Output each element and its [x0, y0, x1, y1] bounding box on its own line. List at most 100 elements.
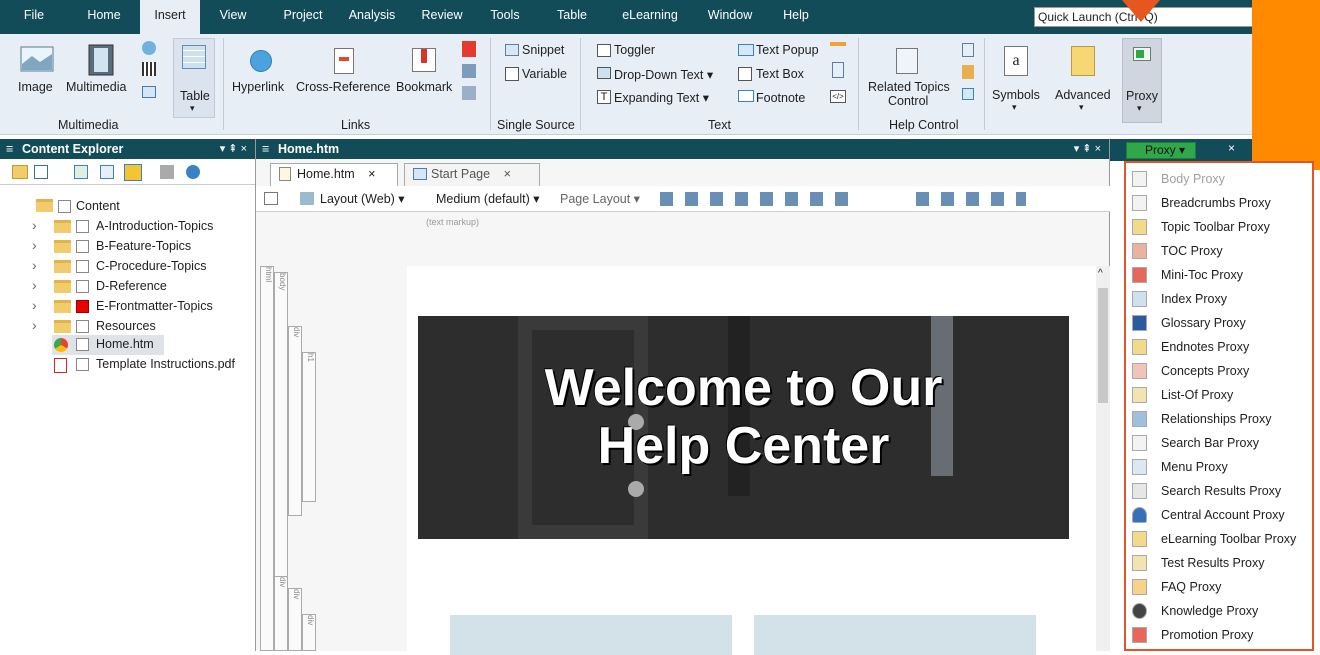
table-button[interactable]: Table ▾ — [173, 38, 215, 118]
menu-item-glossary-proxy[interactable]: Glossary Proxy — [1126, 311, 1312, 335]
close-icon[interactable]: × — [368, 167, 375, 181]
checkbox[interactable] — [76, 358, 89, 371]
checkbox[interactable] — [76, 280, 89, 293]
close-icon[interactable]: × — [504, 167, 511, 181]
menu-item-search-results-proxy[interactable]: Search Results Proxy — [1126, 479, 1312, 503]
menu-item-menu-proxy[interactable]: Menu Proxy — [1126, 455, 1312, 479]
chevron-right-icon[interactable]: › — [32, 237, 37, 253]
settings-icon[interactable] — [160, 165, 174, 179]
variable-button[interactable]: Variable — [522, 67, 567, 81]
folder-view-icon[interactable] — [12, 165, 28, 179]
menu-item-test-results-proxy[interactable]: Test Results Proxy — [1126, 551, 1312, 575]
chevron-right-icon[interactable]: › — [32, 297, 37, 313]
structure-tag-h1[interactable]: h1 — [302, 352, 316, 502]
shortcut-icon[interactable] — [962, 88, 974, 100]
embed-icon[interactable] — [142, 86, 156, 98]
concept-link-icon[interactable] — [962, 43, 974, 57]
menu-item-list-of-proxy[interactable]: List-Of Proxy — [1126, 383, 1312, 407]
menu-icon[interactable]: ≡ — [6, 139, 13, 159]
dropdown-text-button[interactable]: Drop-Down Text ▾ — [614, 67, 713, 82]
tab-start-page[interactable]: Start Page × — [404, 163, 540, 186]
structure-tag-html[interactable]: html — [260, 266, 274, 651]
pane-controls-icon[interactable]: ▾ ⇞ × — [220, 139, 247, 159]
menu-item-breadcrumbs-proxy[interactable]: Breadcrumbs Proxy — [1126, 191, 1312, 215]
menu-icon[interactable]: ≡ — [262, 139, 269, 159]
menu-item-search-bar-proxy[interactable]: Search Bar Proxy — [1126, 431, 1312, 455]
checkbox[interactable] — [76, 260, 89, 273]
structure-tag-div[interactable]: div — [288, 588, 302, 651]
text-popup-button[interactable]: Text Popup — [756, 43, 819, 57]
toggler-button[interactable]: Toggler — [614, 43, 655, 57]
tab-project[interactable]: Project — [274, 0, 332, 34]
globe-icon[interactable] — [142, 41, 156, 55]
view-tools-icon[interactable] — [916, 192, 1026, 206]
new-item-icon[interactable] — [34, 165, 48, 179]
menu-item-elearning-toolbar-proxy[interactable]: eLearning Toolbar Proxy — [1126, 527, 1312, 551]
image-button[interactable]: Image — [18, 46, 58, 116]
horizontal-line-icon[interactable] — [830, 42, 846, 46]
checkbox[interactable] — [76, 320, 89, 333]
menu-item-concepts-proxy[interactable]: Concepts Proxy — [1126, 359, 1312, 383]
footnote-button[interactable]: Footnote — [756, 91, 805, 105]
tab-window[interactable]: Window — [698, 0, 762, 34]
menu-item-toc-proxy[interactable]: TOC Proxy — [1126, 239, 1312, 263]
tab-view[interactable]: View — [210, 0, 256, 34]
scroll-thumb[interactable] — [1098, 288, 1108, 403]
advanced-button[interactable]: Advanced ▾ — [1053, 46, 1115, 121]
snippet-button[interactable]: Snippet — [522, 43, 564, 57]
pdf-link-icon[interactable] — [462, 41, 476, 57]
tab-home-htm[interactable]: Home.htm × — [270, 163, 398, 186]
chevron-right-icon[interactable]: › — [32, 317, 37, 333]
chevron-right-icon[interactable]: › — [32, 257, 37, 273]
layout-dropdown[interactable]: Layout (Web) ▾ — [320, 191, 405, 206]
link-list-icon[interactable] — [462, 64, 476, 78]
symbols-button[interactable]: a Symbols ▾ — [990, 46, 1046, 121]
tab-elearning[interactable]: eLearning — [608, 0, 692, 34]
vertical-scrollbar[interactable]: ^ — [1096, 266, 1110, 651]
menu-item-endnotes-proxy[interactable]: Endnotes Proxy — [1126, 335, 1312, 359]
tab-insert[interactable]: Insert — [140, 0, 200, 34]
structure-tag-div[interactable]: div — [302, 614, 316, 651]
menu-item-mini-toc-proxy[interactable]: Mini-Toc Proxy — [1126, 263, 1312, 287]
menu-item-central-account-proxy[interactable]: Central Account Proxy — [1126, 503, 1312, 527]
tab-home[interactable]: Home — [76, 0, 132, 34]
tab-tools[interactable]: Tools — [482, 0, 528, 34]
zoom-icon[interactable] — [264, 192, 278, 205]
hyperlink-button[interactable]: Hyperlink — [232, 46, 294, 116]
related-topics-button[interactable]: Related Topics Control — [866, 46, 956, 116]
chevron-right-icon[interactable]: › — [32, 277, 37, 293]
tab-review[interactable]: Review — [414, 0, 470, 34]
medium-dropdown[interactable]: Medium (default) ▾ — [436, 191, 540, 206]
checkbox[interactable] — [76, 220, 89, 233]
grid-view-icon[interactable] — [124, 164, 142, 181]
menu-item-promotion-proxy[interactable]: Promotion Proxy — [1126, 623, 1312, 647]
menu-item-knowledge-proxy[interactable]: Knowledge Proxy — [1126, 599, 1312, 623]
text-box-button[interactable]: Text Box — [756, 67, 804, 81]
menu-item-body-proxy[interactable]: Body Proxy — [1126, 167, 1312, 191]
refresh-icon[interactable] — [186, 165, 200, 179]
copy-icon[interactable] — [74, 165, 88, 179]
code-icon[interactable]: </> — [830, 90, 846, 103]
checkbox[interactable] — [58, 200, 71, 213]
paste-icon[interactable] — [100, 165, 114, 179]
tab-analysis[interactable]: Analysis — [340, 0, 404, 34]
text-list-icon[interactable] — [832, 62, 844, 78]
checkbox[interactable] — [76, 240, 89, 253]
structure-tag-div[interactable]: div — [288, 326, 302, 516]
document-canvas[interactable]: Welcome to Our Help Center — [407, 266, 1097, 655]
hero-heading[interactable]: Welcome to Our Help Center — [418, 359, 1069, 475]
page-layout-dropdown[interactable]: Page Layout ▾ — [560, 191, 640, 206]
format-tools-icon[interactable] — [660, 192, 860, 206]
bookmark-button[interactable]: Bookmark — [396, 46, 458, 116]
menu-item-faq-proxy[interactable]: FAQ Proxy — [1126, 575, 1312, 599]
tab-file[interactable]: File — [14, 0, 54, 34]
proxy-button[interactable]: Proxy ▾ — [1122, 38, 1162, 123]
structure-tag-div[interactable]: div — [274, 576, 288, 651]
pane-controls-icon[interactable]: ▾ ⇞ × — [1074, 139, 1101, 159]
multimedia-button[interactable]: Multimedia — [66, 44, 136, 116]
menu-item-relationships-proxy[interactable]: Relationships Proxy — [1126, 407, 1312, 431]
menu-item-topic-toolbar-proxy[interactable]: Topic Toolbar Proxy — [1126, 215, 1312, 239]
tab-help[interactable]: Help — [776, 0, 816, 34]
style-icon[interactable] — [300, 192, 314, 205]
link-options-icon[interactable] — [462, 86, 476, 100]
